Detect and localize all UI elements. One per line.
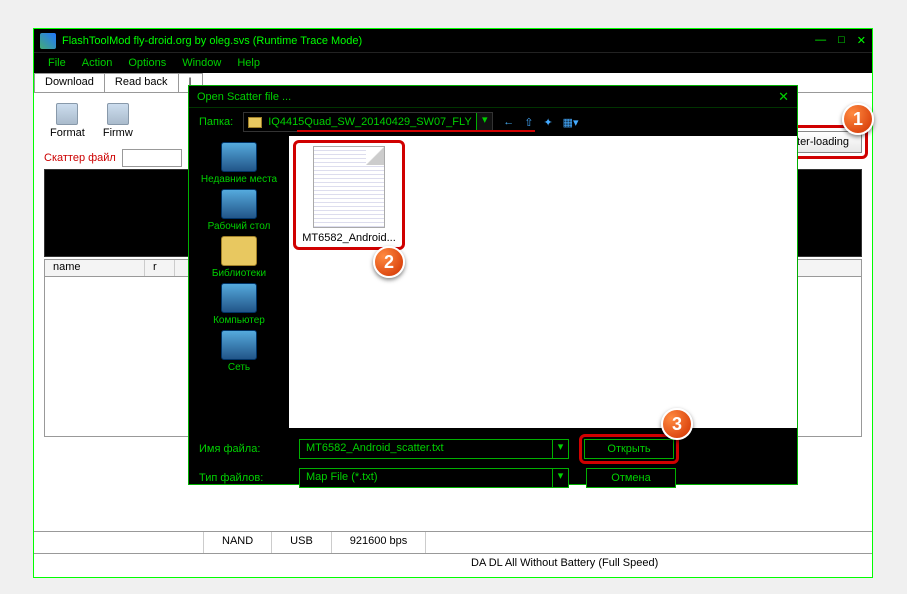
scatter-label: Скаттер файл	[44, 152, 116, 164]
places-sidebar: Недавние места Рабочий стол Библиотеки К…	[189, 136, 289, 428]
open-button[interactable]: Открыть	[584, 439, 674, 459]
status-mode: DA DL All Without Battery (Full Speed)	[453, 554, 872, 575]
folder-combo-text: IQ4415Quad_SW_20140429_SW07_FLY	[266, 116, 476, 128]
filetype-label: Тип файлов:	[199, 472, 289, 484]
status-usb: USB	[272, 532, 332, 553]
libraries-icon	[221, 236, 257, 266]
status-bar-1: NAND USB 921600 bps	[34, 531, 872, 553]
firmware-button[interactable]: Firmw	[103, 103, 133, 139]
recent-icon	[221, 142, 257, 172]
folder-label: Папка:	[199, 116, 233, 128]
status-bar-2: DA DL All Without Battery (Full Speed)	[34, 553, 872, 575]
dialog-titlebar[interactable]: Open Scatter file ... ✕	[189, 86, 797, 108]
dialog-bottom: Имя файла: MT6582_Android_scatter.txt ▾ …	[189, 428, 797, 490]
filetype-row: Тип файлов: Map File (*.txt) ▾ Отмена	[199, 468, 787, 488]
filetype-dropdown[interactable]: ▾	[552, 469, 568, 487]
dialog-close-icon[interactable]: ✕	[778, 89, 789, 105]
tab-download[interactable]: Download	[34, 73, 105, 92]
dialog-body: Недавние места Рабочий стол Библиотеки К…	[189, 136, 797, 428]
firmware-label: Firmw	[103, 127, 133, 139]
menu-help[interactable]: Help	[231, 55, 266, 71]
cancel-button[interactable]: Отмена	[586, 468, 676, 488]
minimize-button[interactable]: —	[815, 34, 826, 47]
place-desktop[interactable]: Рабочий стол	[208, 189, 271, 232]
filetype-combo[interactable]: Map File (*.txt) ▾	[299, 468, 569, 488]
col-r[interactable]: r	[145, 260, 175, 276]
filename-row: Имя файла: MT6582_Android_scatter.txt ▾ …	[199, 434, 787, 464]
menubar: File Action Options Window Help	[34, 53, 872, 73]
file-item-scatter[interactable]: MT6582_Android...	[299, 146, 399, 244]
filename-combo[interactable]: MT6582_Android_scatter.txt ▾	[299, 439, 569, 459]
view-icon[interactable]: ▦▾	[563, 116, 579, 129]
app-icon	[40, 33, 56, 49]
tab-readback[interactable]: Read back	[104, 73, 179, 92]
highlight-3: Открыть	[579, 434, 679, 464]
filetype-value: Map File (*.txt)	[300, 469, 552, 487]
file-item-label: MT6582_Android...	[302, 232, 396, 244]
place-computer[interactable]: Компьютер	[213, 283, 265, 326]
scatter-field[interactable]	[122, 149, 182, 167]
filename-dropdown[interactable]: ▾	[552, 440, 568, 458]
format-icon	[56, 103, 78, 125]
dialog-title: Open Scatter file ...	[197, 91, 291, 103]
nav-icons: ← ⇧ ✦ ▦▾	[503, 116, 578, 129]
place-recent[interactable]: Недавние места	[201, 142, 277, 185]
place-libraries[interactable]: Библиотеки	[212, 236, 266, 279]
folder-combo-icon	[248, 117, 262, 128]
file-area[interactable]: MT6582_Android... 2	[289, 136, 797, 428]
firmware-icon	[107, 103, 129, 125]
badge-2: 2	[373, 246, 405, 278]
folder-underline	[297, 130, 535, 132]
filename-label: Имя файла:	[199, 443, 289, 455]
titlebar[interactable]: FlashToolMod fly-droid.org by oleg.svs (…	[34, 29, 872, 53]
status-cell-1	[34, 532, 204, 553]
network-icon	[221, 330, 257, 360]
open-scatter-dialog: Open Scatter file ... ✕ Папка: IQ4415Qua…	[188, 85, 798, 485]
back-icon[interactable]: ←	[503, 116, 514, 128]
place-network[interactable]: Сеть	[221, 330, 257, 373]
badge-1: 1	[842, 103, 874, 135]
col-name[interactable]: name	[45, 260, 145, 276]
window-title: FlashToolMod fly-droid.org by oleg.svs (…	[62, 35, 815, 47]
desktop-icon	[221, 189, 257, 219]
filename-value: MT6582_Android_scatter.txt	[300, 440, 552, 458]
txt-file-icon	[313, 146, 385, 228]
up-icon[interactable]: ⇧	[524, 116, 533, 129]
folder-combo-dropdown[interactable]: ▾	[476, 113, 492, 131]
menu-action[interactable]: Action	[76, 55, 119, 71]
maximize-button[interactable]: □	[838, 34, 845, 47]
menu-options[interactable]: Options	[122, 55, 172, 71]
status-nand: NAND	[204, 532, 272, 553]
computer-icon	[221, 283, 257, 313]
menu-file[interactable]: File	[42, 55, 72, 71]
new-folder-icon[interactable]: ✦	[543, 116, 552, 129]
status2-cell-1	[34, 554, 453, 575]
close-button[interactable]: ✕	[857, 34, 866, 47]
badge-3: 3	[661, 408, 693, 440]
format-button[interactable]: Format	[50, 103, 85, 139]
status-baud: 921600 bps	[332, 532, 427, 553]
format-label: Format	[50, 127, 85, 139]
menu-window[interactable]: Window	[176, 55, 227, 71]
highlight-2: MT6582_Android...	[293, 140, 405, 250]
folder-combo[interactable]: IQ4415Quad_SW_20140429_SW07_FLY ▾	[243, 112, 493, 132]
